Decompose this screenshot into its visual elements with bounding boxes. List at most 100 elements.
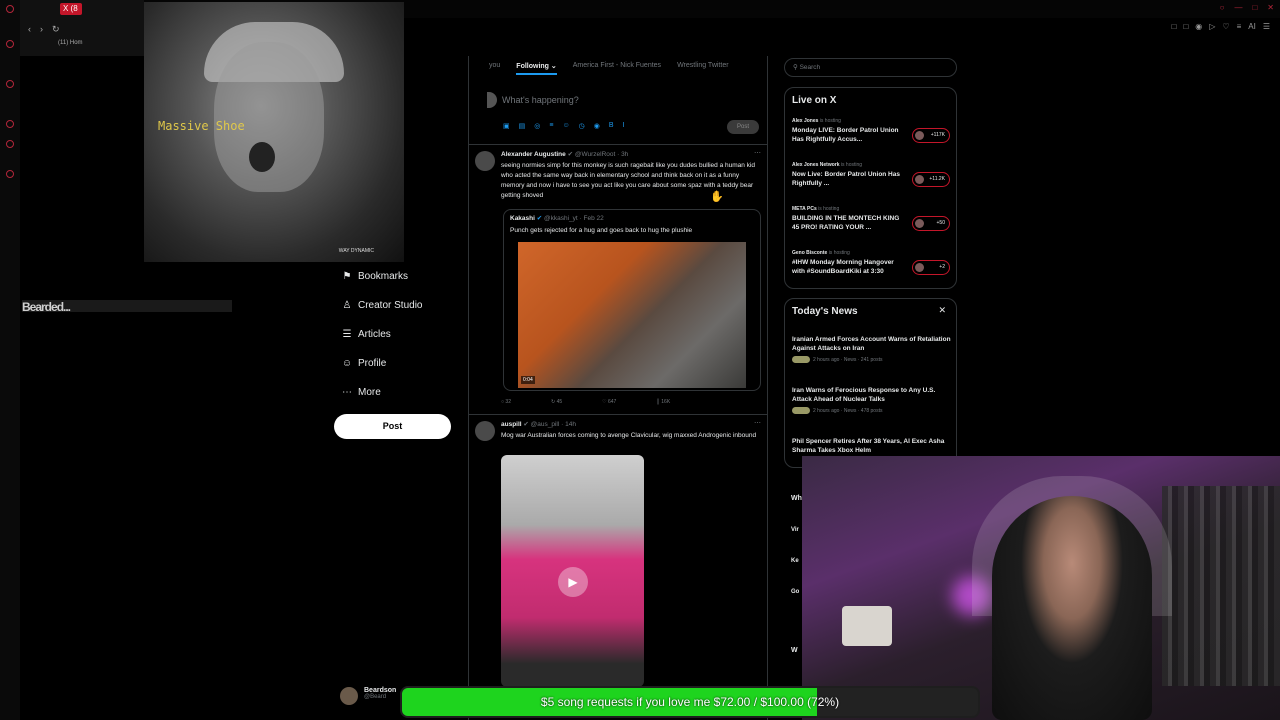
- tweet[interactable]: Alexander Augustine ✔ @WurzelRoot · 3h ⋯…: [469, 144, 767, 412]
- forward-icon[interactable]: ›: [40, 24, 43, 34]
- mug-shape: [842, 606, 892, 646]
- news-item[interactable]: Iran Warns of Ferocious Response to Any …: [792, 386, 952, 414]
- compose-input[interactable]: What's happening?: [502, 95, 579, 105]
- emoji-icon[interactable]: ☺: [562, 122, 569, 130]
- tweet-author[interactable]: Alexander Augustine: [501, 151, 566, 158]
- extension-icon[interactable]: □: [1172, 22, 1177, 31]
- listener-count: +2: [912, 260, 950, 275]
- video-player[interactable]: ▶: [501, 455, 644, 687]
- extension-icon[interactable]: ♡: [1222, 22, 1229, 31]
- peek-text: W: [791, 647, 798, 654]
- verified-icon: ✔: [523, 421, 529, 428]
- app-icon[interactable]: [6, 120, 14, 128]
- video-player[interactable]: 0:04: [518, 242, 746, 388]
- donation-goal-text: $5 song requests if you love me $72.00 /…: [540, 695, 840, 709]
- peek-text: Ke: [791, 558, 799, 564]
- active-tab[interactable]: X (8: [60, 3, 82, 15]
- news-item[interactable]: Iranian Armed Forces Account Warns of Re…: [792, 335, 952, 363]
- avatar[interactable]: [475, 421, 495, 441]
- quote-handle[interactable]: @kkashi_yt · Feb 22: [544, 215, 604, 222]
- extension-icon[interactable]: ≡: [1237, 22, 1242, 31]
- nav-item-profile[interactable]: ☺ Profile: [336, 349, 466, 378]
- media-icon[interactable]: ▣: [503, 122, 510, 130]
- search-placeholder: Search: [799, 64, 821, 71]
- close-icon[interactable]: ✕: [1267, 3, 1274, 12]
- live-item-title: BUILDING IN THE MONTECH KING 45 PRO! RAT…: [792, 215, 900, 231]
- avatar: [487, 92, 497, 108]
- views-button[interactable]: ║ 16K: [656, 399, 670, 405]
- news-title: Today's News: [792, 306, 858, 317]
- reload-icon[interactable]: ↻: [52, 24, 60, 35]
- close-icon[interactable]: ✕: [938, 305, 946, 316]
- more-options-icon[interactable]: ⋯: [754, 149, 761, 157]
- app-icon[interactable]: [6, 40, 14, 48]
- avatar[interactable]: [475, 151, 495, 171]
- play-icon[interactable]: ▶: [558, 567, 588, 597]
- tweet-handle[interactable]: @WurzelRoot · 3h: [575, 151, 628, 158]
- schedule-icon[interactable]: ◷: [579, 122, 585, 130]
- bookmark-icon: ⚑: [342, 271, 352, 282]
- account-switcher[interactable]: Beardson @Beard: [340, 687, 396, 705]
- news-item[interactable]: Phil Spencer Retires After 38 Years, AI …: [792, 437, 952, 455]
- nav-item-articles[interactable]: ☰ Articles: [336, 320, 466, 349]
- live-item[interactable]: META PCs is hosting BUILDING IN THE MONT…: [792, 206, 952, 232]
- app-icon[interactable]: [6, 5, 14, 13]
- tweet[interactable]: auspill ✔ @aus_pill · 14h ⋯ Mog war Aust…: [469, 414, 767, 720]
- location-icon[interactable]: ◉: [594, 122, 600, 130]
- grok-icon[interactable]: ◎: [534, 122, 540, 130]
- tab-strip: X (8 ‹ › ↻ (11) Hom: [20, 0, 144, 56]
- quoted-tweet[interactable]: Kakashi ✔ @kkashi_yt · Feb 22 Punch gets…: [503, 209, 761, 391]
- app-icon[interactable]: [6, 170, 14, 178]
- more-options-icon[interactable]: ⋯: [754, 419, 761, 427]
- tab-america-first[interactable]: America First - Nick Fuentes: [573, 62, 661, 75]
- webcam-overlay: [802, 456, 1280, 720]
- host-suffix: is hosting: [828, 250, 850, 256]
- tab-wrestling-twitter[interactable]: Wrestling Twitter: [677, 62, 728, 75]
- bold-icon[interactable]: B: [609, 122, 614, 130]
- articles-icon: ☰: [342, 329, 352, 340]
- italic-icon[interactable]: I: [623, 122, 625, 130]
- extension-icon[interactable]: AI: [1248, 22, 1256, 31]
- quote-author[interactable]: Kakashi: [510, 215, 535, 222]
- compose-post-button[interactable]: Post: [727, 120, 759, 134]
- nav-item-more[interactable]: ⋯ More: [336, 378, 466, 407]
- menu-icon[interactable]: ☰: [1263, 22, 1270, 31]
- tweet-handle[interactable]: @aus_pill · 14h: [531, 421, 576, 428]
- search-input[interactable]: ⚲ Search: [784, 58, 957, 77]
- nav-item-bookmarks[interactable]: ⚑ Bookmarks: [336, 262, 466, 291]
- poll-icon[interactable]: ≡: [549, 122, 553, 130]
- minimize-icon[interactable]: —: [1234, 3, 1242, 12]
- extension-icon[interactable]: ▷: [1209, 22, 1215, 31]
- extension-icon[interactable]: ◉: [1195, 22, 1202, 31]
- nav-item-creator-studio[interactable]: ♙ Creator Studio: [336, 291, 466, 320]
- reply-button[interactable]: ○ 32: [501, 399, 511, 405]
- live-host: Alex Jones is hosting: [792, 118, 952, 124]
- post-button[interactable]: Post: [334, 414, 451, 439]
- app-icon[interactable]: [6, 80, 14, 88]
- tab-title[interactable]: (11) Hom: [58, 40, 83, 46]
- back-icon[interactable]: ‹: [28, 24, 31, 34]
- extension-icon[interactable]: □: [1183, 22, 1188, 31]
- live-item[interactable]: Geno Bisconte is hosting #IHW Monday Mor…: [792, 250, 952, 276]
- quote-text: Punch gets rejected for a hug and goes b…: [510, 227, 693, 234]
- maximize-icon[interactable]: □: [1252, 3, 1257, 12]
- live-host: Geno Bisconte is hosting: [792, 250, 952, 256]
- app-icon[interactable]: [6, 140, 14, 148]
- account-handle: @Beard: [364, 694, 387, 700]
- profile-circle-icon[interactable]: ○: [1220, 3, 1225, 12]
- nav-label: Creator Studio: [358, 300, 423, 311]
- live-item[interactable]: Alex Jones is hosting Monday LIVE: Borde…: [792, 118, 952, 144]
- gif-icon[interactable]: ▤: [519, 122, 526, 130]
- tweet-author[interactable]: auspill: [501, 421, 522, 428]
- timeline: you Following ⌄ America First - Nick Fue…: [468, 56, 768, 720]
- host-name: Alex Jones Network: [792, 162, 840, 168]
- donation-goal-bar: $5 song requests if you love me $72.00 /…: [400, 686, 980, 718]
- live-item[interactable]: Alex Jones Network is hosting Now Live: …: [792, 162, 952, 188]
- listener-count: +11.2K: [912, 172, 950, 187]
- like-button[interactable]: ♡ 647: [602, 399, 616, 405]
- tab-for-you[interactable]: you: [489, 62, 500, 75]
- peek-text: Vir: [791, 527, 799, 533]
- retweet-button[interactable]: ↻ 45: [551, 399, 562, 405]
- tab-following[interactable]: Following ⌄: [516, 62, 557, 75]
- live-panel: Live on X Alex Jones is hosting Monday L…: [784, 87, 957, 289]
